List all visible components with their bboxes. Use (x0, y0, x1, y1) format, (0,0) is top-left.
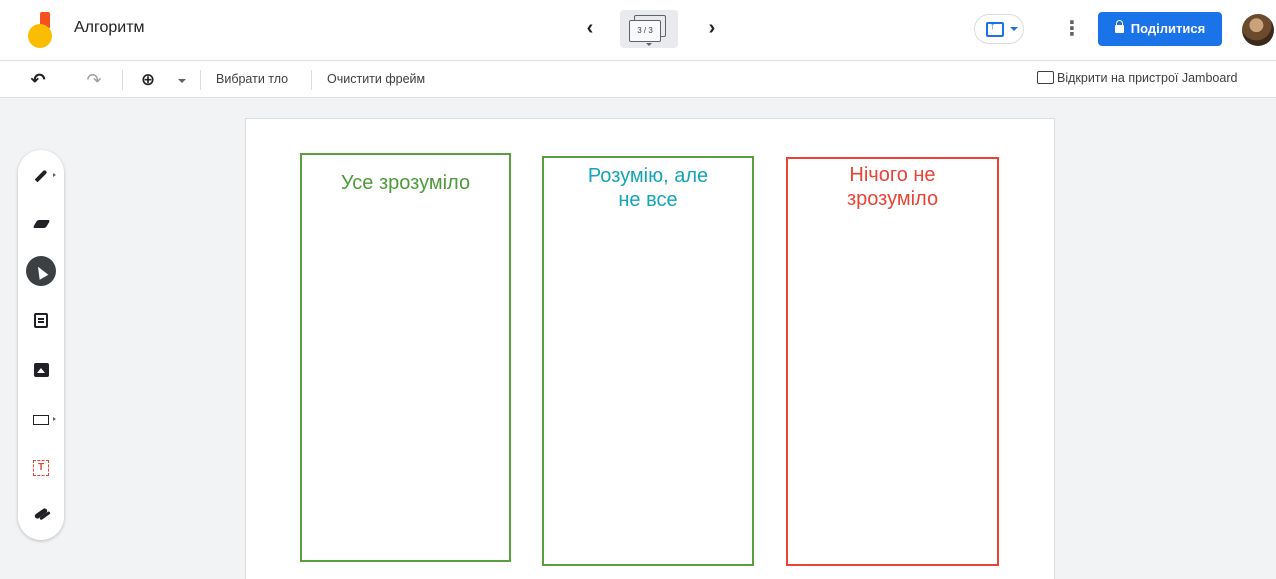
pen-icon (34, 169, 48, 182)
document-title[interactable]: Алгоритм (74, 19, 145, 37)
toolbar-divider (122, 70, 123, 90)
submenu-arrow-icon (53, 417, 56, 421)
eraser-icon (32, 219, 50, 228)
sticky-note-tool[interactable] (26, 305, 56, 335)
zoom-caret-down-icon[interactable] (178, 79, 186, 83)
image-tool[interactable] (26, 354, 56, 384)
submenu-arrow-icon (53, 173, 56, 177)
column-box-partially[interactable]: Розумію, але не все (542, 156, 754, 566)
column-label[interactable]: Нічого не зрозуміло (788, 163, 997, 211)
present-icon (986, 20, 1004, 37)
text-box-tool[interactable]: T (26, 452, 56, 482)
redo-icon[interactable]: ↷ (82, 68, 106, 92)
column-label[interactable]: Розумію, але не все (544, 164, 752, 212)
eraser-tool[interactable] (26, 208, 56, 238)
jamboard-logo-icon[interactable] (28, 12, 54, 48)
laser-icon (33, 507, 49, 520)
frame-bar-toggle-button[interactable]: 3 / 3 (620, 10, 678, 48)
account-avatar[interactable] (1242, 14, 1274, 46)
rectangle-icon (33, 414, 49, 425)
cast-present-button[interactable] (974, 14, 1024, 44)
top-bar: Алгоритм ‹ 3 / 3 › ⋮ Поділитися (0, 0, 1276, 60)
undo-icon[interactable]: ↶ (26, 68, 50, 92)
select-tool[interactable] (26, 256, 56, 286)
select-arrow-icon (33, 263, 49, 280)
open-on-jamboard-label: Відкрити на пристрої Jamboard (1057, 71, 1238, 85)
text-box-icon: T (33, 459, 49, 476)
column-label[interactable]: Усе зрозуміло (302, 171, 509, 195)
sticky-note-icon (34, 313, 48, 329)
shape-tool[interactable] (26, 404, 56, 434)
open-on-jamboard-button[interactable]: Відкрити на пристрої Jamboard (1037, 71, 1237, 85)
caret-down-icon (646, 43, 652, 46)
toolbar-divider (200, 70, 201, 90)
clear-frame-button[interactable]: Очистити фрейм (327, 72, 425, 86)
more-options-icon[interactable]: ⋮ (1062, 16, 1082, 42)
column-box-understood[interactable]: Усе зрозуміло (300, 153, 511, 562)
caret-down-icon (1010, 27, 1018, 31)
previous-frame-button[interactable]: ‹ (578, 16, 602, 40)
next-frame-button[interactable]: › (700, 16, 724, 40)
laser-tool[interactable] (26, 498, 56, 528)
tool-palette: T (18, 150, 64, 540)
jam-canvas[interactable]: Усе зрозуміло Розумію, але не все Нічого… (245, 118, 1055, 579)
jamboard-device-icon (1037, 71, 1054, 84)
share-button[interactable]: Поділитися (1098, 12, 1222, 46)
column-box-not-understood[interactable]: Нічого не зрозуміло (786, 157, 999, 566)
pen-tool[interactable] (26, 160, 56, 190)
frame-indicator: 3 / 3 (629, 20, 661, 42)
image-icon (33, 362, 49, 377)
share-button-label: Поділитися (1130, 21, 1206, 36)
toolbar-divider (311, 70, 312, 90)
lock-icon (1114, 20, 1124, 33)
edit-toolbar: ↶ ↷ ⊕ Вибрати тло Очистити фрейм Відкрит… (0, 60, 1276, 98)
zoom-icon[interactable]: ⊕ (136, 68, 160, 92)
set-background-button[interactable]: Вибрати тло (216, 72, 288, 86)
